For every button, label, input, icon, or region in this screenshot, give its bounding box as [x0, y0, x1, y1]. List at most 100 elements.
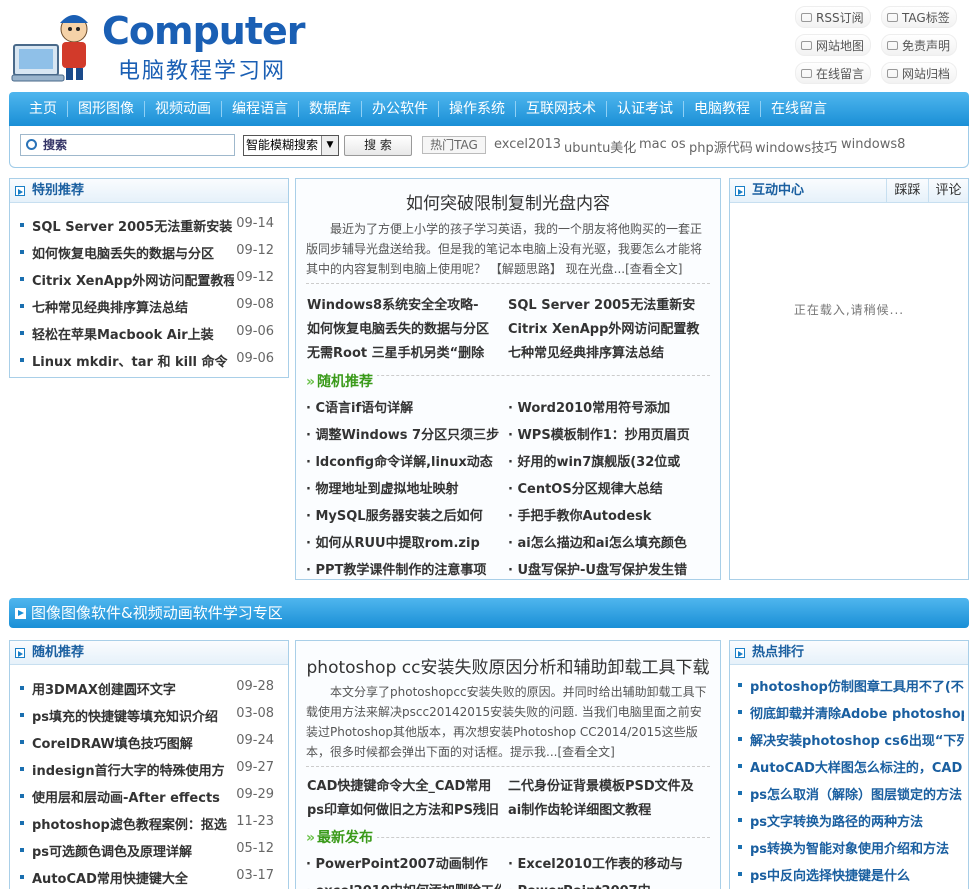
random-link[interactable]: · PPT教学课件制作的注意事项	[306, 559, 501, 578]
list-item-title[interactable]: 使用层和层动画-After effects	[32, 787, 234, 806]
list-item-title[interactable]: 轻松在苹果Macbook Air上装	[32, 324, 234, 343]
hot-item[interactable]: 解决安装photoshop cs6出现“下列	[738, 729, 964, 749]
interact-box: 互动中心 踩踩 评论 正在载入,请稍候...	[729, 178, 969, 580]
nav-item[interactable]: 在线留言	[761, 92, 837, 126]
random-link[interactable]: · 如何从RUU中提取rom.zip	[306, 532, 501, 551]
list-item-date: 09-27	[236, 760, 274, 775]
logo-subtitle: 电脑教程学习网	[118, 59, 287, 84]
loading-text: 正在载入,请稍候...	[793, 303, 905, 317]
headline-title[interactable]: 如何突破限制复制光盘内容	[296, 189, 720, 214]
nav-item[interactable]: 编程语言	[222, 92, 298, 126]
nav-item[interactable]: 视频动画	[145, 92, 221, 126]
list-item[interactable]: 轻松在苹果Macbook Air上装 09-06	[20, 323, 280, 343]
hot-item[interactable]: ps怎么取消（解除）图层锁定的方法	[738, 783, 964, 803]
random-link[interactable]: · 调整Windows 7分区只须三步	[306, 424, 501, 443]
list-item[interactable]: AutoCAD常用快捷键大全 03-17	[20, 867, 280, 887]
hot-tag[interactable]: windows8	[841, 137, 905, 152]
list-item[interactable]: 如何恢复电脑丢失的数据与分区 09-12	[20, 242, 280, 262]
list-item[interactable]: ps可选颜色调色及原理详解 05-12	[20, 840, 280, 860]
list-item-title[interactable]: SQL Server 2005无法重新安装	[32, 216, 234, 235]
hot-tag[interactable]: mac os	[639, 137, 686, 152]
disclaimer-link[interactable]: 免责声明	[881, 34, 958, 56]
list-item-title[interactable]: Citrix XenApp外网访问配置教程	[32, 270, 234, 289]
latest-link[interactable]: · Excel2010工作表的移动与	[508, 853, 703, 872]
hot-item[interactable]: ps文字转换为路径的两种方法	[738, 810, 964, 830]
random-link[interactable]: · ldconfig命令详解,linux动态	[306, 451, 501, 470]
message-link[interactable]: 在线留言	[795, 62, 872, 84]
hot-tag[interactable]: php源代码	[689, 137, 753, 156]
hot-item[interactable]: 彻底卸载并清除Adobe photoshop	[738, 702, 964, 722]
hot-item[interactable]: AutoCAD大样图怎么标注的，CAD	[738, 756, 964, 776]
list-item-title[interactable]: 七种常见经典排序算法总结	[32, 297, 234, 316]
random-link[interactable]: · WPS模板制作1：抄用页眉页	[508, 424, 703, 443]
random-link[interactable]: · Word2010常用符号添加	[508, 397, 703, 416]
list-item[interactable]: ps填充的快捷键等填充知识介绍 03-08	[20, 705, 280, 725]
random-link[interactable]: · U盘写保护-U盘写保护发生错	[508, 559, 703, 578]
headline-link[interactable]: 七种常见经典排序算法总结	[508, 342, 708, 361]
list-item-title[interactable]: 如何恢复电脑丢失的数据与分区	[32, 243, 234, 262]
nav-item[interactable]: 数据库	[299, 92, 361, 126]
hot-item[interactable]: ps转换为智能对象使用介绍和方法	[738, 837, 964, 857]
random-link[interactable]: · 好用的win7旗舰版(32位或	[508, 451, 703, 470]
random-link[interactable]: · 物理地址到虚拟地址映射	[306, 478, 501, 497]
list-item-title[interactable]: ps填充的快捷键等填充知识介绍	[32, 706, 234, 725]
headline-link[interactable]: 无需Root 三星手机另类“删除	[307, 342, 507, 361]
list-item-title[interactable]: ps可选颜色调色及原理详解	[32, 841, 234, 860]
list-item-title[interactable]: Linux mkdir、tar 和 kill 命令	[32, 351, 234, 370]
tab-dig[interactable]: 踩踩	[886, 179, 928, 203]
nav-item[interactable]: 图形图像	[68, 92, 144, 126]
list-item-title[interactable]: 用3DMAX创建圆环文字	[32, 679, 234, 698]
search-button[interactable]: 搜 索	[344, 135, 412, 156]
list-item-date: 09-29	[236, 787, 274, 802]
hot-tag[interactable]: ubuntu美化	[564, 137, 636, 156]
random-link[interactable]: · C语言if语句详解	[306, 397, 501, 416]
random-link[interactable]: · MySQL服务器安装之后如何	[306, 505, 501, 524]
list-item[interactable]: photoshop滤色教程案例：抠选 11-23	[20, 813, 280, 833]
random-link[interactable]: · ai怎么描边和ai怎么填充颜色	[508, 532, 703, 551]
headline-link[interactable]: SQL Server 2005无法重新安	[508, 294, 708, 313]
list-item-title[interactable]: CorelDRAW填色技巧图解	[32, 733, 234, 752]
list-item-title[interactable]: AutoCAD常用快捷键大全	[32, 868, 234, 887]
headline-link[interactable]: Windows8系统安全全攻略-	[307, 294, 507, 313]
headline2-link[interactable]: 二代身份证背景模板PSD文件及	[508, 775, 708, 794]
hot-tag[interactable]: excel2013	[494, 137, 561, 152]
nav-item[interactable]: 操作系统	[439, 92, 515, 126]
nav-item[interactable]: 主页	[9, 92, 67, 126]
headline-link[interactable]: 如何恢复电脑丢失的数据与分区	[307, 318, 507, 337]
headline2-link[interactable]: ai制作齿轮详细图文教程	[508, 799, 708, 818]
sitemap-link[interactable]: 网站地图	[795, 34, 872, 56]
hot-item[interactable]: photoshop仿制图章工具用不了(不	[738, 675, 964, 695]
list-item[interactable]: Citrix XenApp外网访问配置教程 09-12	[20, 269, 280, 289]
latest-link[interactable]: · PowerPoint2007动画制作	[306, 853, 501, 872]
list-item[interactable]: 用3DMAX创建圆环文字 09-28	[20, 678, 280, 698]
list-item[interactable]: Linux mkdir、tar 和 kill 命令 09-06	[20, 350, 280, 370]
nav-item[interactable]: 认证考试	[607, 92, 683, 126]
latest-link[interactable]: · excel2010中如何添加删除工作	[306, 880, 501, 889]
headline2-title[interactable]: photoshop cc安装失败原因分析和辅助卸载工具下载	[296, 653, 720, 678]
random-link[interactable]: · CentOS分区规律大总结	[508, 478, 703, 497]
list-item[interactable]: 使用层和层动画-After effects 09-29	[20, 786, 280, 806]
headline-link[interactable]: Citrix XenApp外网访问配置教	[508, 318, 708, 337]
search-mode-select[interactable]: 智能模糊搜索 ▼	[243, 135, 339, 156]
tag-link[interactable]: TAG标签	[881, 6, 957, 28]
list-item[interactable]: 七种常见经典排序算法总结 09-08	[20, 296, 280, 316]
search-input[interactable]: 搜索	[20, 134, 235, 156]
hot-item[interactable]: ps中反向选择快捷键是什么	[738, 864, 964, 884]
list-item-title[interactable]: indesign首行大字的特殊使用方	[32, 760, 234, 779]
list-item[interactable]: CorelDRAW填色技巧图解 09-24	[20, 732, 280, 752]
list-item[interactable]: indesign首行大字的特殊使用方 09-27	[20, 759, 280, 779]
rss-link[interactable]: RSS订阅	[795, 6, 871, 28]
tab-comment[interactable]: 评论	[928, 179, 968, 203]
list-item-title[interactable]: photoshop滤色教程案例：抠选	[32, 814, 234, 833]
archive-link[interactable]: 网站归档	[881, 62, 958, 84]
list-item[interactable]: SQL Server 2005无法重新安装 09-14	[20, 215, 280, 235]
nav-item[interactable]: 互联网技术	[516, 92, 606, 126]
nav-item[interactable]: 电脑教程	[684, 92, 760, 126]
random-link[interactable]: · 手把手教你Autodesk	[508, 505, 703, 524]
latest-link[interactable]: · PowerPoint2007中	[508, 880, 703, 889]
site-logo[interactable]: Computer 电脑教程学习网	[10, 5, 310, 87]
nav-item[interactable]: 办公软件	[362, 92, 438, 126]
headline2-link[interactable]: CAD快捷键命令大全_CAD常用	[307, 775, 507, 794]
hot-tag[interactable]: windows技巧	[755, 137, 837, 156]
headline2-link[interactable]: ps印章如何做旧之方法和PS残旧	[307, 799, 507, 818]
